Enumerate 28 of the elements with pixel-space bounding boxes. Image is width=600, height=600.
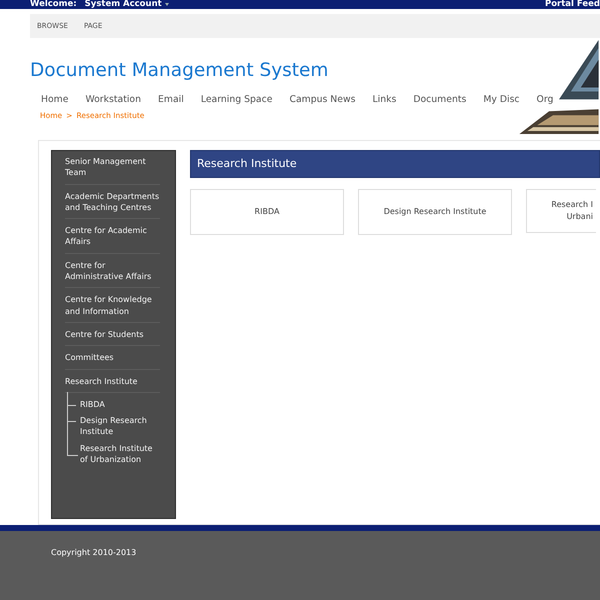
sidebar-item[interactable]: Research Institute	[65, 374, 160, 393]
sidebar-subitem[interactable]: RIBDA	[80, 398, 105, 410]
nav-link[interactable]: Workstation	[84, 94, 142, 105]
nav-link[interactable]: Home	[40, 94, 70, 105]
nav-link[interactable]: Org	[536, 94, 554, 105]
section-header: Research Institute	[190, 150, 600, 178]
link-tile[interactable]: Research I Urbani	[526, 189, 596, 233]
sidebar-subitem[interactable]: Research Institute of Urbanization	[80, 442, 160, 466]
link-tile[interactable]: RIBDA	[190, 189, 344, 235]
nav-link[interactable]: Documents	[412, 94, 468, 105]
nav-link[interactable]: Links	[371, 94, 398, 105]
user-menu[interactable]: System Account	[84, 0, 169, 9]
nav-link[interactable]: Campus News	[288, 94, 356, 105]
nav-link[interactable]: Learning Space	[200, 94, 274, 105]
site-title: Document Management System	[30, 60, 330, 81]
nav-link[interactable]: My Disc	[482, 94, 521, 105]
nav-link[interactable]: Email	[157, 94, 185, 105]
copyright-text: Copyright 2010-2013	[51, 548, 138, 557]
sidebar-item[interactable]: Centre for Administrative Affairs	[65, 258, 160, 288]
link-tile[interactable]: Design Research Institute	[358, 189, 512, 235]
sidebar-item[interactable]: Centre for Students	[65, 328, 160, 346]
sidebar-item[interactable]: Centre for Academic Affairs	[65, 224, 160, 254]
sidebar-subitem[interactable]: Design Research Institute	[80, 414, 160, 438]
sidebar-item[interactable]: Centre for Knowledge and Information	[65, 293, 160, 323]
sidebar-item[interactable]: Senior Management Team	[65, 155, 160, 185]
sidebar-item[interactable]: Committees	[65, 351, 160, 370]
caret-icon	[164, 3, 169, 6]
sidebar-item[interactable]: Academic Departments and Teaching Centres	[65, 190, 160, 220]
